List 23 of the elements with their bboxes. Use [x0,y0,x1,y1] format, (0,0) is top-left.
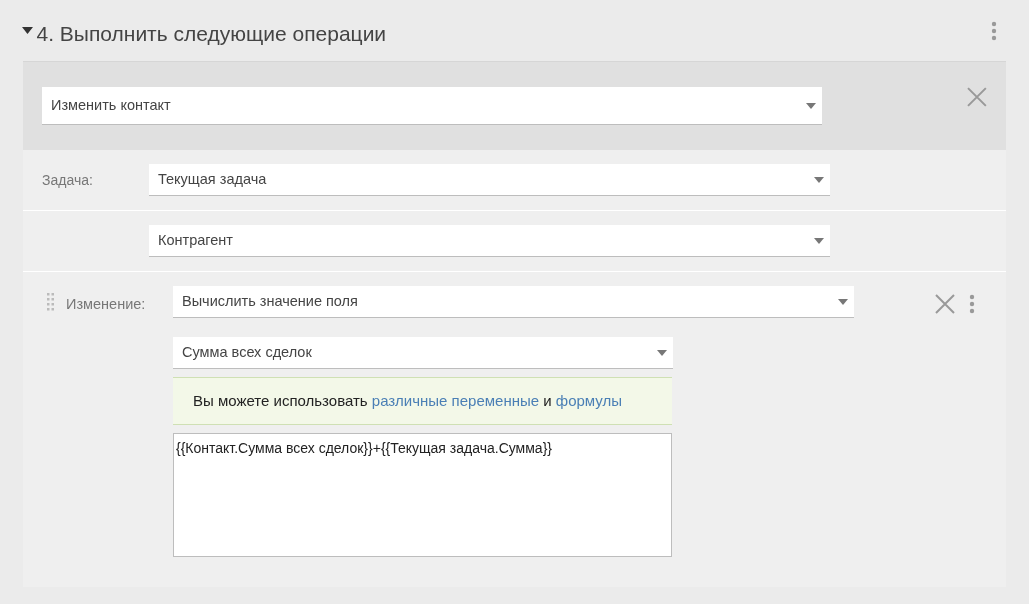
link[interactable]: различные переменные [371,392,540,409]
field-label: Изменение: [66,295,147,314]
caret-icon[interactable] [22,27,33,34]
dropdown[interactable]: Контрагент [149,225,830,257]
dropdown[interactable]: Вычислить значение поля [173,286,854,318]
more-icon[interactable] [969,294,975,314]
dropdown[interactable]: Сумма всех сделок [173,337,673,369]
drag-handle-icon[interactable] [47,293,54,311]
caret-icon [806,102,817,109]
caret-icon [838,298,848,305]
section-title: 4. Выполнить следующие операции [36,20,387,47]
caret-icon [657,349,667,356]
field-label: Задача: [42,170,94,190]
caret-icon [814,237,824,244]
hint-text: Вы можете использовать различные переменные и формулы [173,377,672,425]
link[interactable]: формулы [555,392,622,409]
more-icon[interactable] [991,20,997,41]
close-icon[interactable] [967,87,987,107]
dropdown[interactable]: Изменить контакт [42,87,823,125]
dropdown[interactable]: Текущая задача [149,164,830,196]
caret-icon [814,176,824,183]
close-icon[interactable] [935,294,955,314]
formula-field[interactable]: {{Контакт.Сумма всех сделок}}+{{Текущая задача.Сумма}} [173,433,672,557]
